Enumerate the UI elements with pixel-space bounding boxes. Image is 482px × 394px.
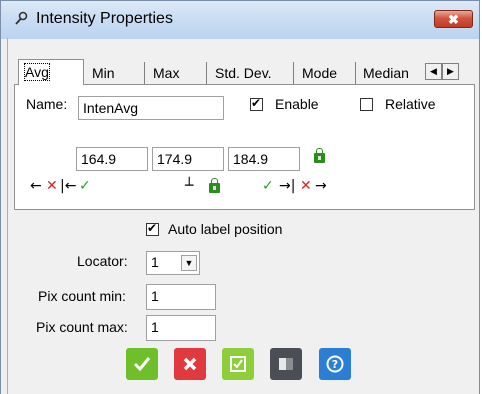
pix-count-min-label: Pix count min:: [38, 288, 126, 304]
enable-checkbox[interactable]: [250, 96, 263, 111]
tab-median-label: Median: [363, 65, 409, 81]
name-field[interactable]: IntenAvg: [78, 96, 224, 120]
ok-button[interactable]: [126, 348, 158, 380]
help-icon: ?: [326, 355, 344, 373]
close-icon: [183, 357, 197, 371]
tab-min-label: Min: [92, 65, 115, 81]
check-icon: [133, 357, 151, 372]
high-threshold-field[interactable]: 184.9: [228, 147, 300, 171]
tab-max[interactable]: Max: [147, 62, 207, 84]
help-button[interactable]: ?: [319, 348, 351, 380]
high-limit-icon: →|: [279, 178, 296, 194]
window-app-icon: [15, 11, 28, 25]
tab-std-dev-label: Std. Dev.: [215, 65, 272, 81]
tab-mode[interactable]: Mode: [296, 62, 356, 84]
toggle-panel-button[interactable]: [270, 348, 302, 380]
accept-high-icon: ✓: [262, 178, 274, 194]
enable-label: Enable: [275, 96, 319, 112]
locator-value: 1: [151, 254, 159, 270]
window-title: Intensity Properties: [36, 10, 173, 27]
cancel-button[interactable]: [174, 348, 206, 380]
svg-text:?: ?: [332, 358, 338, 371]
panel-icon: [279, 358, 293, 370]
left-arrow-icon: ←: [30, 178, 42, 194]
tab-median[interactable]: Median: [357, 62, 423, 84]
right-arrow-icon: →: [315, 178, 327, 194]
pix-count-max-field[interactable]: 1: [146, 315, 216, 341]
auto-label-label: Auto label position: [168, 221, 283, 237]
relative-checkbox[interactable]: [360, 98, 373, 111]
tab-avg[interactable]: Avg: [18, 59, 84, 85]
pix-count-min-field[interactable]: 1: [146, 284, 216, 310]
reject-low-icon: ✕: [46, 178, 58, 194]
tab-min[interactable]: Min: [86, 62, 145, 84]
tab-mode-label: Mode: [302, 65, 338, 81]
close-window-button[interactable]: ✖: [434, 10, 473, 28]
pix-count-max-label: Pix count max:: [36, 319, 128, 335]
tab-max-label: Max: [153, 65, 180, 81]
relative-label: Relative: [385, 96, 436, 112]
tab-scroll-left-button[interactable]: ◀: [425, 63, 442, 80]
window-left-border: [7, 38, 8, 394]
title-bar[interactable]: Intensity Properties ✖: [1, 1, 479, 39]
checkbox-icon: [230, 356, 246, 372]
name-label: Name:: [26, 96, 68, 112]
nominal-value-field[interactable]: 174.9: [152, 147, 224, 171]
tab-scroll-right-button[interactable]: ▶: [442, 63, 459, 80]
auto-label-checkbox[interactable]: [146, 221, 159, 236]
apply-button[interactable]: [222, 348, 254, 380]
lock-icon[interactable]: [314, 148, 325, 163]
locator-label: Locator:: [77, 253, 128, 269]
tab-avg-label: Avg: [24, 63, 50, 81]
nominal-marker-icon: ┴: [185, 178, 194, 194]
reject-high-icon: ✕: [300, 178, 312, 194]
accept-low-icon: ✓: [79, 178, 91, 194]
low-limit-icon: |←: [60, 178, 77, 194]
nominal-lock-icon[interactable]: [209, 178, 220, 193]
low-threshold-field[interactable]: 164.9: [76, 147, 148, 171]
locator-dropdown[interactable]: 1 ▼: [146, 251, 200, 275]
chevron-down-icon: ▼: [181, 255, 197, 271]
tab-std-dev[interactable]: Std. Dev.: [209, 62, 294, 84]
